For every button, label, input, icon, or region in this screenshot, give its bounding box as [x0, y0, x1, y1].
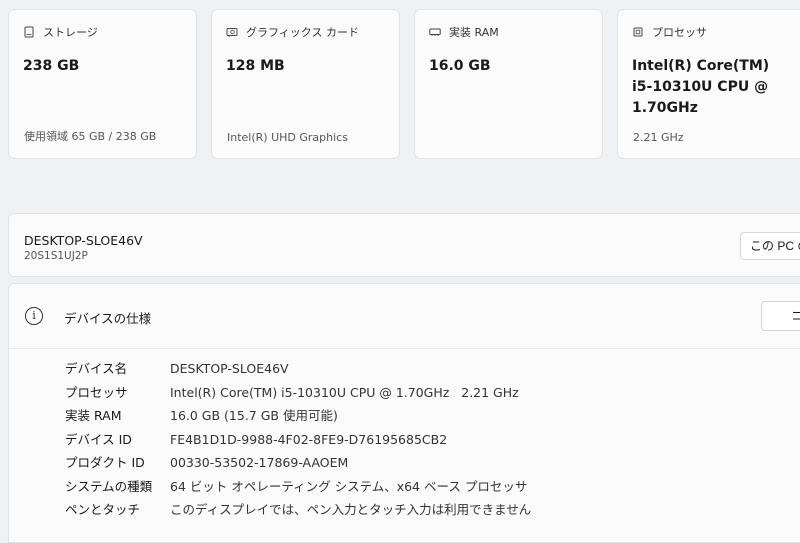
graphics-card-icon: [226, 28, 238, 37]
spec-label: ペンとタッチ: [65, 502, 141, 517]
ram-card-label: 実装 RAM: [449, 26, 499, 39]
ram-card-value: 16.0 GB: [429, 58, 491, 74]
device-name-bar: DESKTOP-SLOE46V 20S1S1UJ2P この PC の名前を変更: [8, 213, 800, 277]
processor-card-value-line: i5-10310U CPU @: [632, 79, 769, 95]
processor-icon: [633, 27, 643, 37]
graphics-card-label: グラフィックス カード: [246, 26, 359, 39]
spec-value: 16.0 GB (15.7 GB 使用可能): [170, 408, 338, 423]
storage-icon: [24, 26, 34, 38]
spec-label: デバイス ID: [65, 431, 132, 447]
device-model: 20S1S1UJ2P: [24, 250, 88, 262]
processor-card-sub: 2.21 GHz: [633, 131, 684, 144]
ram-icon: [429, 28, 441, 36]
device-specs-title: デバイスの仕様: [64, 311, 152, 326]
storage-card-sub: 使用領域 65 GB / 238 GB: [24, 130, 157, 143]
graphics-card-sub: Intel(R) UHD Graphics: [227, 131, 348, 144]
graphics-card-value: 128 MB: [226, 58, 285, 74]
device-specs-panel: i デバイスの仕様 コピー デバイス名 DESKTOP-SLOE46V プロセッ…: [8, 283, 800, 543]
ram-card: 実装 RAM 16.0 GB: [414, 9, 603, 159]
spec-value: DESKTOP-SLOE46V: [170, 361, 289, 376]
spec-label: デバイス名: [65, 361, 128, 376]
device-specs-header[interactable]: i デバイスの仕様 コピー: [9, 284, 800, 349]
spec-value: Intel(R) Core(TM) i5-10310U CPU @ 1.70GH…: [170, 384, 519, 400]
processor-card-label: プロセッサ: [652, 26, 707, 39]
storage-card-label: ストレージ: [43, 26, 98, 39]
processor-card-value-line: Intel(R) Core(TM): [632, 58, 770, 74]
spec-value: 64 ビット オペレーティング システム、x64 ベース プロセッサ: [170, 478, 528, 494]
graphics-card: グラフィックス カード 128 MB Intel(R) UHD Graphics: [211, 9, 400, 159]
spec-label: プロダクト ID: [65, 455, 145, 470]
spec-value: FE4B1D1D-9988-4F02-8FE9-D76195685CB2: [170, 431, 448, 447]
processor-card-value: Intel(R) Core(TM) i5-10310U CPU @ 1.70GH…: [632, 56, 800, 119]
storage-card-value: 238 GB: [23, 58, 80, 74]
rename-pc-button[interactable]: この PC の名前を変更: [740, 232, 800, 260]
spec-value: 00330-53502-17869-AAOEM: [170, 455, 349, 470]
device-name: DESKTOP-SLOE46V: [24, 233, 143, 248]
processor-card: プロセッサ Intel(R) Core(TM) i5-10310U CPU @ …: [617, 9, 800, 159]
spec-label: 実装 RAM: [65, 408, 122, 423]
copy-button[interactable]: コピー: [761, 301, 800, 331]
spec-label: システムの種類: [65, 478, 153, 494]
processor-card-value-line: 1.70GHz: [632, 100, 698, 116]
spec-value: このディスプレイでは、ペン入力とタッチ入力は利用できません: [170, 502, 532, 517]
info-icon: i: [25, 307, 43, 325]
storage-card: ストレージ 238 GB 使用領域 65 GB / 238 GB: [8, 9, 197, 159]
spec-label: プロセッサ: [65, 384, 128, 400]
